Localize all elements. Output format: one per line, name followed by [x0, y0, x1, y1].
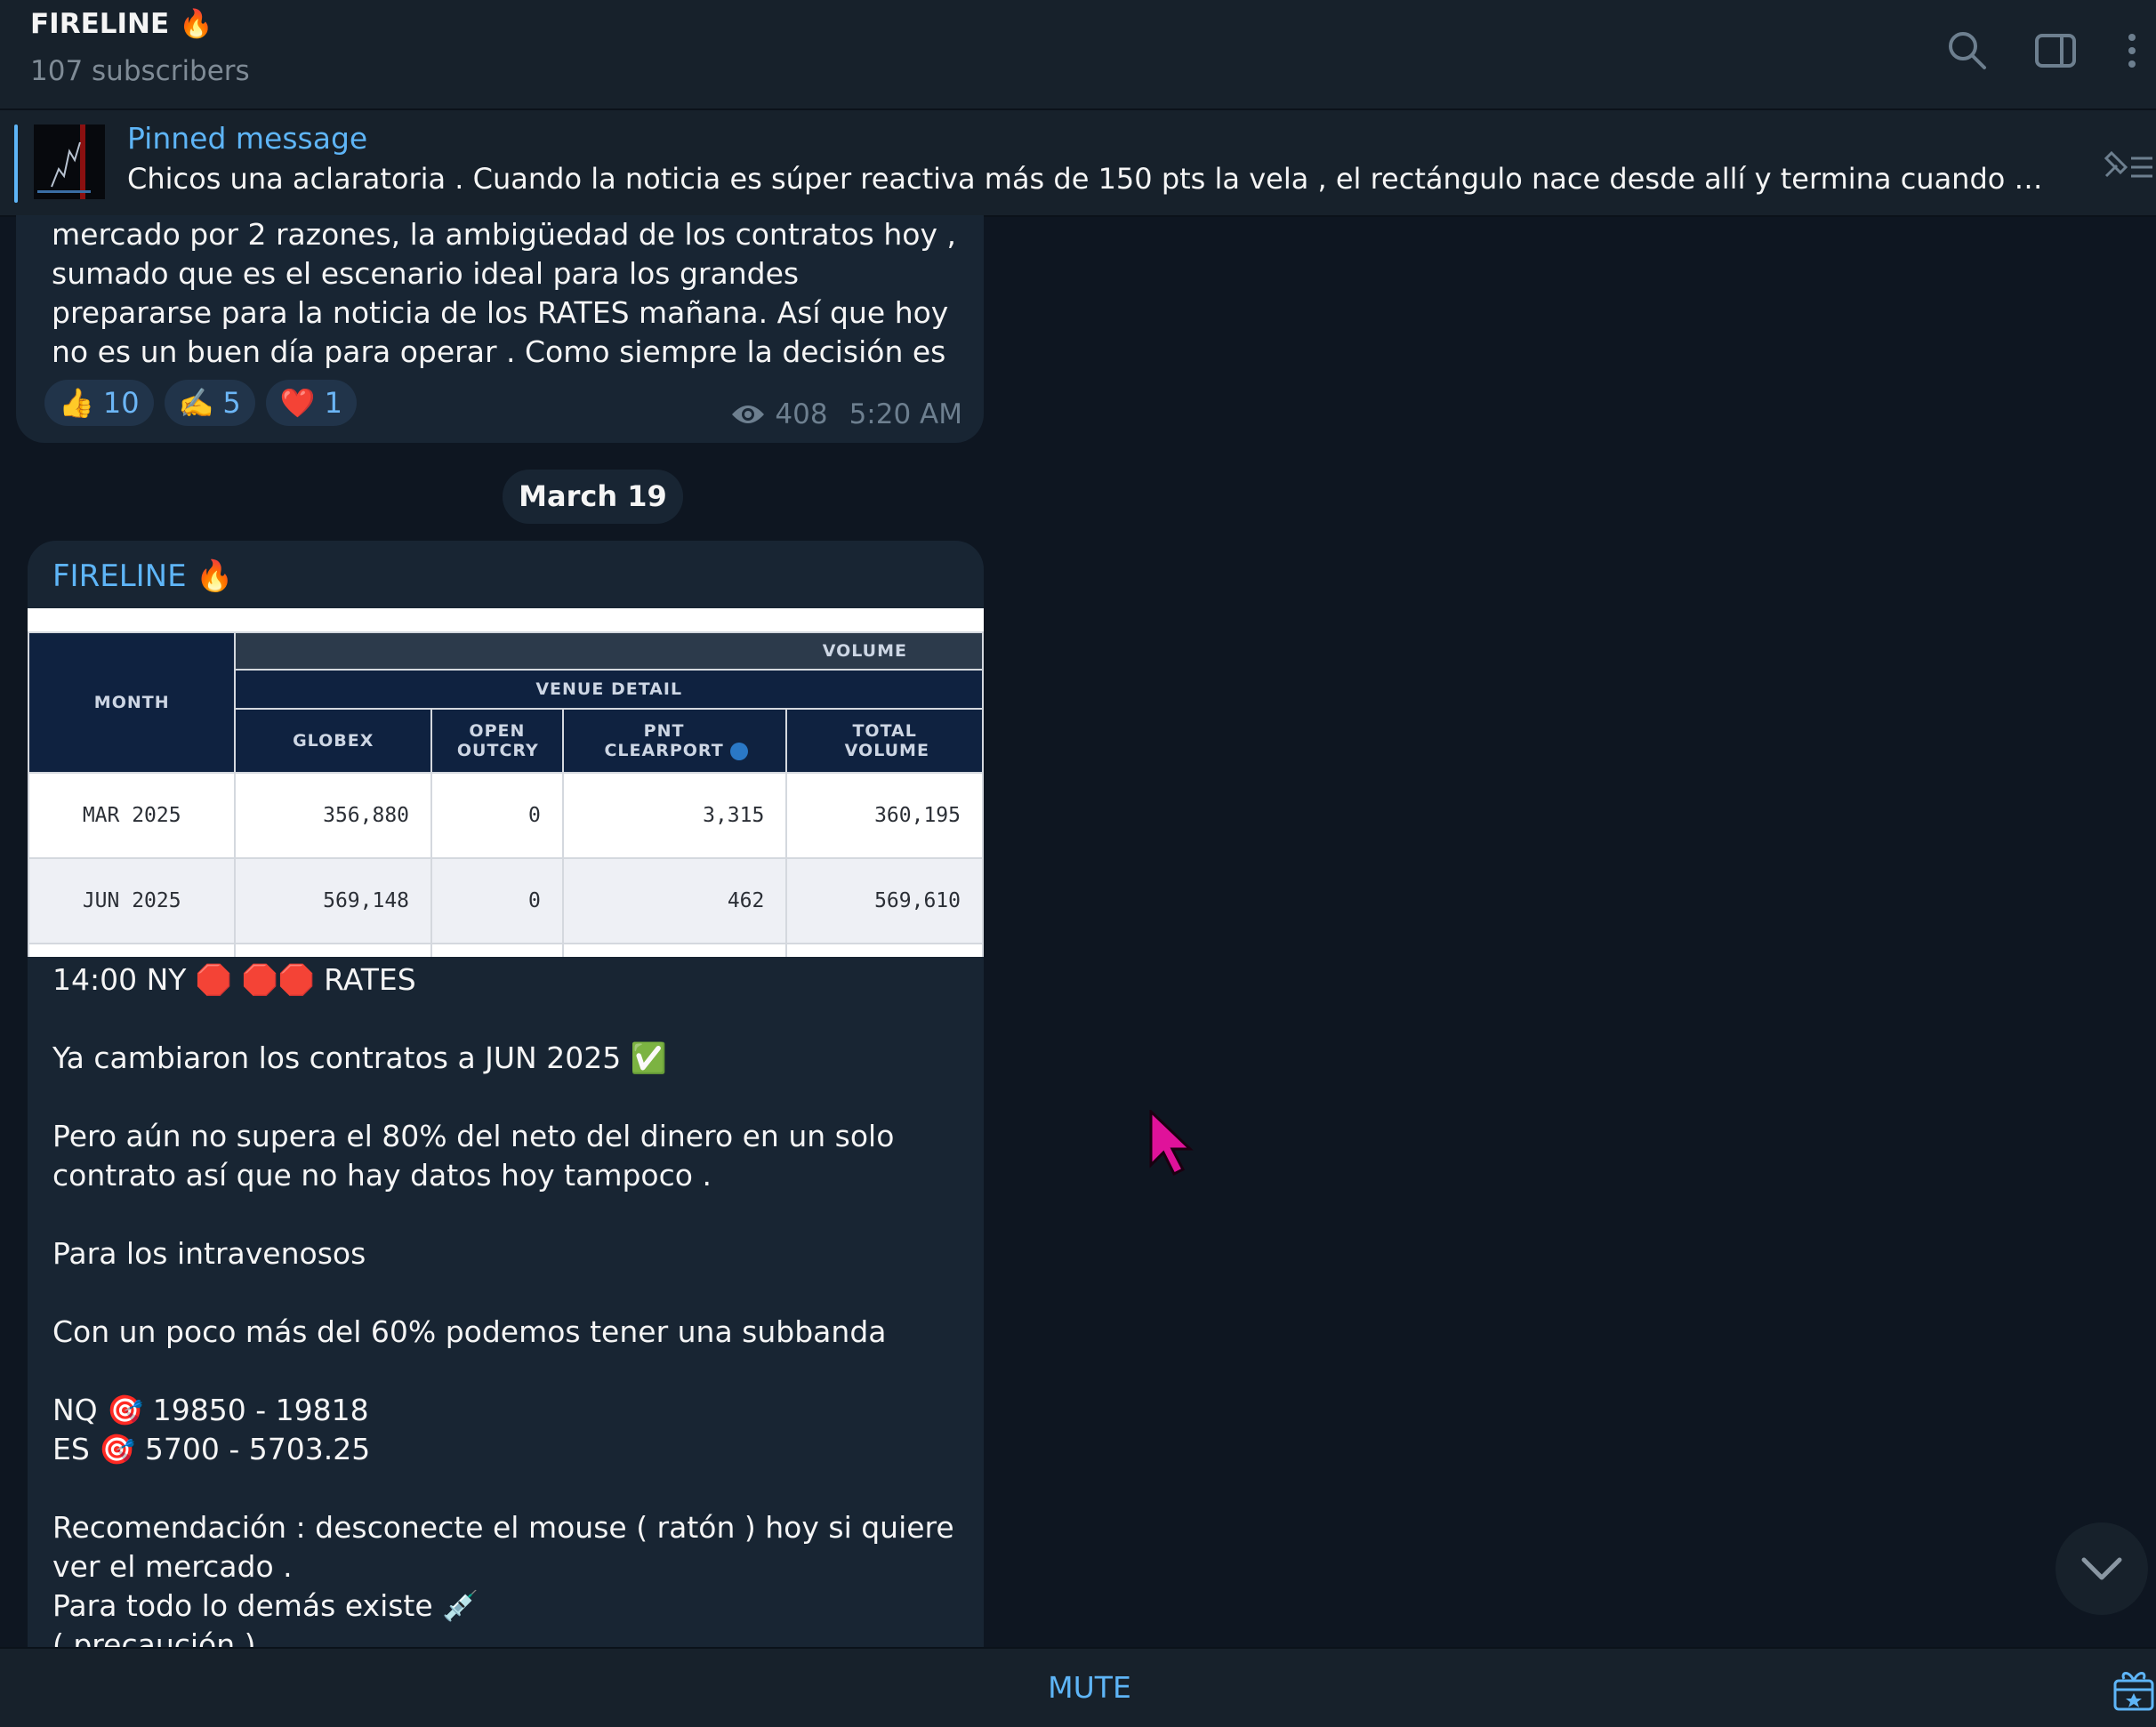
message-bubble[interactable]: mercado por 2 razones, la ambigüedad de … — [16, 215, 984, 443]
writing-hand-icon: ✍️ — [178, 386, 214, 420]
reaction-count: 1 — [324, 386, 342, 420]
pinned-thumbnail — [34, 125, 105, 199]
chevron-down-icon — [2081, 1557, 2122, 1580]
text-line: Para todo lo demás existe 💉 — [52, 1588, 479, 1623]
message-time: 5:20 AM — [849, 398, 962, 430]
chat-header: FIRELINE 🔥 107 subscribers — [0, 0, 2156, 110]
cell-globex: 356,880 — [234, 772, 433, 859]
scroll-to-bottom-button[interactable] — [2055, 1522, 2148, 1615]
reaction-count: 5 — [222, 386, 241, 420]
cell-total-volume: 569,610 — [785, 857, 984, 944]
mute-button[interactable]: MUTE — [1034, 1649, 1146, 1727]
reaction-heart[interactable]: ❤️ 1 — [265, 380, 357, 426]
reaction-count: 10 — [102, 386, 140, 420]
pinned-message-bar[interactable]: Pinned message Chicos una aclaratoria . … — [0, 110, 2156, 217]
text-line: ES 🎯 5700 - 5703.25 — [52, 1432, 371, 1466]
view-count: 408 — [775, 398, 828, 430]
header-total-volume: TOTAL VOLUME — [785, 708, 984, 774]
pinned-title: Pinned message — [127, 121, 368, 156]
gift-icon[interactable] — [2112, 1665, 2156, 1713]
channel-title[interactable]: FIRELINE 🔥 — [30, 7, 213, 40]
text-line: Ya cambiaron los contratos a JUN 2025 ✅ — [52, 1040, 667, 1075]
header-pnt-clearport: PNT CLEARPORT — [561, 708, 788, 774]
cell-month: JUN 2025 — [28, 857, 237, 944]
text-line: Para los intravenosos — [52, 1236, 366, 1271]
subscriber-count: 107 subscribers — [30, 55, 250, 87]
pinned-text: Chicos una aclaratoria . Cuando la notic… — [127, 162, 2048, 196]
volume-table: MONTH VOLUME VENUE DETAIL GLOBEX OPEN OU… — [28, 631, 984, 957]
message-sender[interactable]: FIRELINE 🔥 — [52, 558, 234, 594]
bottom-bar: MUTE — [0, 1647, 2156, 1727]
reaction-writing-hand[interactable]: ✍️ 5 — [164, 380, 255, 426]
text-line: NQ 🎯 19850 - 19818 — [52, 1393, 369, 1427]
thumbs-up-icon: 👍 — [59, 386, 94, 420]
sidebar-toggle-icon[interactable] — [2031, 27, 2080, 75]
message-meta: 408 5:20 AM — [730, 398, 962, 430]
cell-open-outcry: 0 — [430, 772, 564, 859]
text-line: 14:00 NY 🛑 🛑🛑 RATES — [52, 962, 416, 997]
message-bubble[interactable]: FIRELINE 🔥 MONTH VOLUME VENUE DETAIL GLO… — [28, 541, 984, 1725]
date-separator: March 19 — [503, 470, 683, 524]
info-icon — [729, 743, 748, 760]
message-image[interactable]: MONTH VOLUME VENUE DETAIL GLOBEX OPEN OU… — [28, 608, 984, 957]
text-line: Recomendación : desconecte el mouse ( ra… — [52, 1510, 964, 1584]
cell-open-outcry: 0 — [430, 857, 564, 944]
message-text: 14:00 NY 🛑 🛑🛑 RATES Ya cambiaron los con… — [52, 960, 969, 1665]
reaction-thumbs-up[interactable]: 👍 10 — [44, 380, 154, 426]
mouse-cursor-icon — [1149, 1110, 1194, 1177]
text-line: Con un poco más del 60% podemos tener un… — [52, 1314, 887, 1349]
reactions-row: 👍 10 ✍️ 5 ❤️ 1 — [44, 380, 357, 426]
table-row: JUN 2025 569,148 0 462 569,610 — [28, 857, 984, 944]
search-icon[interactable] — [1943, 27, 1991, 75]
text-line: Pero aún no supera el 80% del neto del d… — [52, 1119, 904, 1193]
cell-pnt-clearport: 3,315 — [561, 772, 788, 859]
heart-icon: ❤️ — [279, 386, 316, 420]
header-volume: VOLUME — [234, 631, 984, 671]
header-globex: GLOBEX — [234, 708, 433, 774]
header-venue-detail: VENUE DETAIL — [234, 669, 984, 710]
cell-globex: 569,148 — [234, 857, 433, 944]
views-eye-icon — [732, 406, 765, 423]
cell-total-volume: 360,195 — [785, 772, 984, 859]
pinned-list-icon[interactable] — [2099, 144, 2152, 185]
more-options-icon[interactable] — [2108, 27, 2156, 75]
table-row: MAR 2025 356,880 0 3,315 360,195 — [28, 772, 984, 859]
header-month: MONTH — [28, 631, 237, 774]
cell-month: MAR 2025 — [28, 772, 237, 859]
cell-pnt-clearport: 462 — [561, 857, 788, 944]
header-open-outcry: OPEN OUTCRY — [430, 708, 564, 774]
pinned-accent-bar — [14, 125, 18, 203]
